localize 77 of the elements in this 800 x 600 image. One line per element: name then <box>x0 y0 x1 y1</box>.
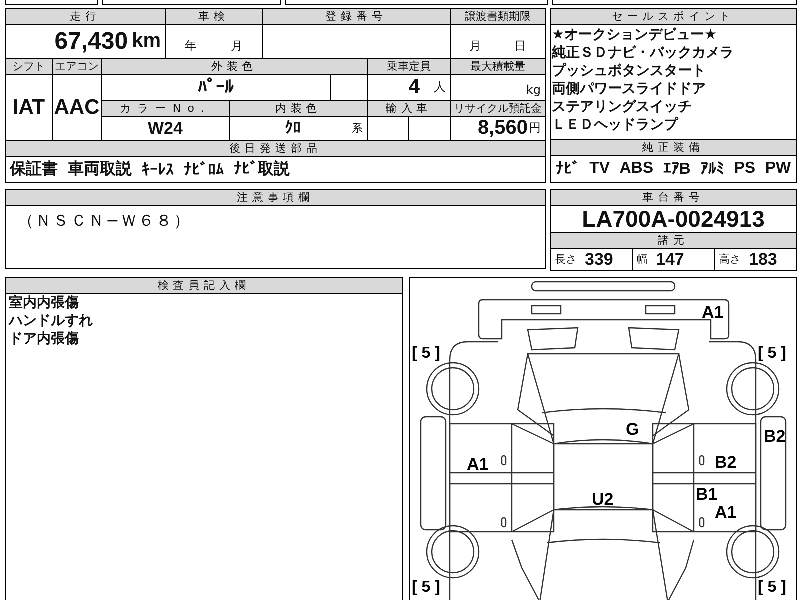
sales-point: ＬＥＤヘッドランプ <box>551 116 680 134</box>
table-header: 輸入車 <box>368 101 450 116</box>
sales-point: 両側パワースライドドア <box>551 80 707 98</box>
panel-header: 諸元 <box>551 233 796 249</box>
spec-value: 339 <box>585 250 614 270</box>
part-item: 車両取説 <box>68 159 132 180</box>
tire-mark: [ 5 ] <box>412 345 440 362</box>
capacity-unit: 人 <box>434 79 446 96</box>
table-header: シフト <box>6 59 52 74</box>
month-unit: 月 <box>231 38 243 55</box>
table-header: 譲渡書類期限 <box>451 9 545 24</box>
equipment-item: ﾅﾋﾞ <box>556 160 580 178</box>
damage-mark: A1 <box>702 303 724 322</box>
interior-color-value: ｸﾛ <box>285 119 301 138</box>
tire-mark: [ 5 ] <box>758 579 786 596</box>
spec-label: 幅 <box>637 252 648 267</box>
part-item: ｷｰﾚｽ <box>142 160 174 179</box>
tire-mark: [ 5 ] <box>412 579 440 596</box>
month-unit: 月 <box>470 38 482 55</box>
table-header: リサイクル預託金 <box>451 101 545 116</box>
table-header: 最大積載量 <box>451 59 545 74</box>
table-header: 内装色 <box>230 101 367 116</box>
equipment-item: ｴｱB <box>663 160 691 178</box>
equipment-item: ｱﾙﾐ <box>700 160 725 178</box>
damage-mark: B1 <box>696 485 718 504</box>
damage-mark: A1 <box>467 455 489 474</box>
table-header: 外装色 <box>102 59 367 74</box>
table-header: カラーNo. <box>102 101 229 116</box>
yen-unit: 円 <box>529 120 541 137</box>
sales-point: プッシュボタンスタート <box>551 62 707 80</box>
recycle-fee-value: 8,560 <box>478 117 528 140</box>
aircon-cell: AAC <box>53 75 101 140</box>
spec-value: 183 <box>749 250 778 270</box>
equipment-item: TV <box>590 160 610 178</box>
damage-mark: U2 <box>592 490 614 509</box>
equipment-item: PS <box>734 160 756 178</box>
sales-point: ★オークションデビュー★ <box>551 26 718 44</box>
max-load-cell: kg <box>451 75 545 100</box>
table-header: 乗車定員 <box>368 59 450 74</box>
table-header: 後日発送部品 <box>6 141 545 156</box>
day-unit: 日 <box>514 38 526 55</box>
shift-cell: IAT <box>6 75 52 140</box>
table-header: エアコン <box>53 59 101 74</box>
panel-header: 注意事項欄 <box>6 190 545 206</box>
equipment-item: ABS <box>620 160 654 178</box>
spec-label: 高さ <box>719 252 741 267</box>
capacity-value: 4 <box>408 76 420 99</box>
inspector-note: ハンドルすれ <box>7 312 94 330</box>
inspector-note: 室内内張傷 <box>8 294 80 312</box>
table-header: 走行 <box>6 9 165 24</box>
sales-point: 純正ＳＤナビ・バックカメラ <box>551 44 735 62</box>
spec-label: 長さ <box>555 252 577 267</box>
panel-header: セールスポイント <box>551 9 796 25</box>
panel-header: 純正装備 <box>551 139 796 156</box>
damage-mark: B2 <box>764 427 786 446</box>
exterior-color-cell: ﾊﾟｰﾙ <box>102 75 330 100</box>
part-item: ﾅﾋﾞ取説 <box>234 159 290 180</box>
interior-color-unit: 系 <box>352 121 363 136</box>
damage-mark: G <box>626 420 640 439</box>
mileage-unit: km <box>132 30 161 53</box>
mileage-value: 67,430 <box>54 28 128 56</box>
table-header: 車検 <box>166 9 262 24</box>
color-number-cell: W24 <box>102 117 229 140</box>
tire-mark: [ 5 ] <box>758 345 786 362</box>
damage-mark: B2 <box>715 453 737 472</box>
table-header: 登録番号 <box>263 9 450 24</box>
sales-point: ステアリングスイッチ <box>551 98 693 116</box>
part-item: 保証書 <box>10 159 58 180</box>
equipment-item: PW <box>765 160 792 178</box>
damage-mark: A1 <box>715 503 737 522</box>
year-unit: 年 <box>185 38 197 55</box>
inspector-note: ドア内張傷 <box>8 330 80 348</box>
panel-header: 車台番号 <box>551 190 796 206</box>
spec-value: 147 <box>656 250 684 270</box>
panel-header: 検査員記入欄 <box>6 278 402 294</box>
note-text: （ＮＳＣＮ−Ｗ６８） <box>17 210 192 232</box>
part-item: ﾅﾋﾞﾛﾑ <box>184 160 224 179</box>
